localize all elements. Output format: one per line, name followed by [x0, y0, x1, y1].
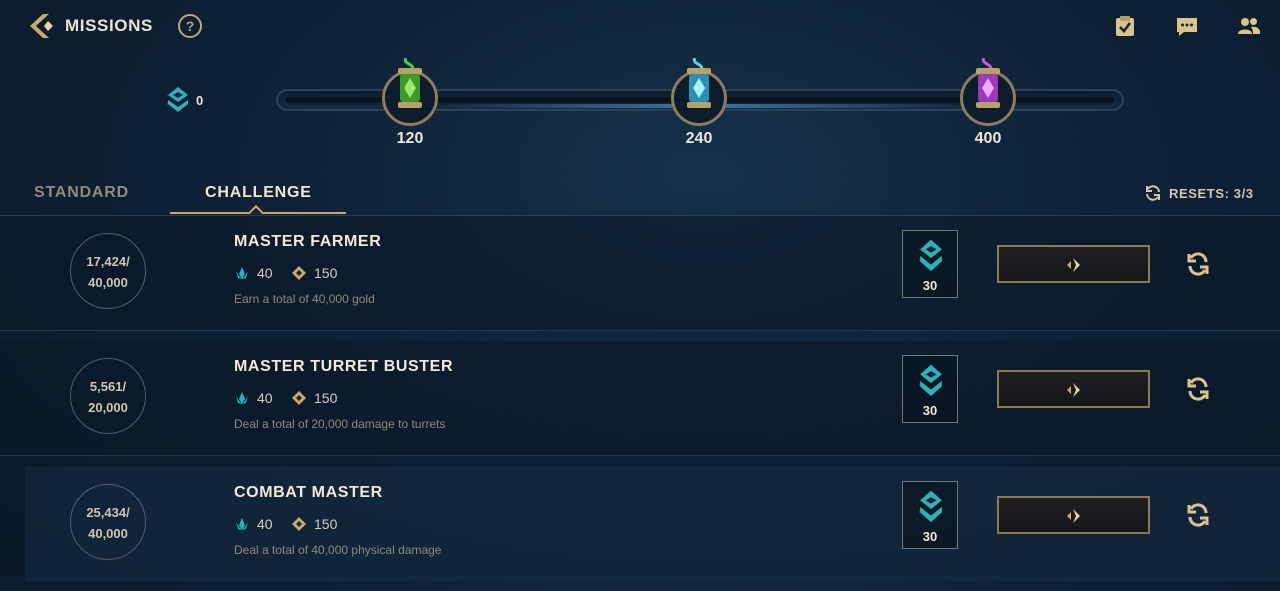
token-count: 0: [196, 93, 204, 108]
reset-mission-icon[interactable]: [1185, 502, 1211, 528]
mission-name: COMBAT MASTER: [234, 484, 383, 501]
mission-progress: 17,424/ 40,000: [70, 233, 146, 309]
refresh-icon: [1146, 185, 1160, 201]
mission-description: Deal a total of 20,000 damage to turrets: [234, 417, 446, 431]
progress-current: 25,434/: [86, 505, 130, 520]
reward-amount: 30: [922, 403, 938, 418]
reward-amount: 30: [922, 278, 938, 293]
mission-name: MASTER FARMER: [234, 233, 382, 250]
progress-current: 5,561/: [89, 379, 127, 394]
milestone-reward-2[interactable]: 240: [663, 58, 743, 162]
milestone-label: 400: [974, 130, 1002, 147]
milestone-label: 240: [685, 130, 713, 147]
rank-reward-value: 150: [314, 265, 338, 281]
progress-current: 17,424/: [86, 254, 130, 269]
mission-row: 17,424/ 40,000 MASTER FARMER 40 150 Earn…: [0, 216, 1280, 340]
reward-box: 30: [902, 481, 958, 549]
green-capsule-icon: [398, 58, 422, 108]
back-icon[interactable]: [26, 12, 56, 40]
mission-name: MASTER TURRET BUSTER: [234, 358, 454, 375]
go-button[interactable]: [997, 370, 1150, 408]
go-arrow-icon: [1067, 258, 1080, 272]
help-icon[interactable]: ?: [178, 14, 202, 38]
go-button[interactable]: [997, 496, 1150, 534]
token-reward-icon: [236, 392, 248, 404]
mission-token-icon: [920, 490, 942, 523]
reset-mission-icon[interactable]: [1185, 376, 1211, 402]
tab-standard[interactable]: STANDARD: [34, 184, 129, 202]
progress-total: 40,000: [88, 275, 128, 290]
tab-challenge[interactable]: CHALLENGE: [205, 184, 312, 202]
rank-reward-value: 150: [314, 390, 338, 406]
rank-reward-value: 150: [314, 516, 338, 532]
friends-icon[interactable]: [1237, 14, 1261, 38]
rank-reward-icon: [292, 391, 306, 405]
blue-capsule-icon: [687, 58, 711, 108]
token-reward-icon: [236, 518, 248, 530]
progress-total: 40,000: [88, 526, 128, 541]
mission-token-icon: [920, 239, 942, 272]
mission-progress: 5,561/ 20,000: [70, 358, 146, 434]
go-arrow-icon: [1067, 509, 1080, 523]
milestone-label: 120: [396, 130, 424, 147]
mission-progress: 25,434/ 40,000: [70, 484, 146, 560]
resets-counter: RESETS: 3/3: [1169, 186, 1254, 201]
milestone-reward-1[interactable]: 120: [374, 58, 454, 162]
rank-reward-icon: [292, 517, 306, 531]
reward-box: 30: [902, 230, 958, 298]
progress-total: 20,000: [88, 400, 128, 415]
mission-description: Earn a total of 40,000 gold: [234, 292, 375, 306]
mission-description: Deal a total of 40,000 physical damage: [234, 543, 442, 557]
token-reward-value: 40: [257, 265, 273, 281]
token-reward-value: 40: [257, 516, 273, 532]
mission-token-icon: [168, 87, 188, 112]
purple-capsule-icon: [976, 58, 1000, 108]
rank-reward-icon: [292, 266, 306, 280]
reset-mission-icon[interactable]: [1185, 251, 1211, 277]
mission-row: 5,561/ 20,000 MASTER TURRET BUSTER 40 15…: [0, 341, 1280, 465]
reward-box: 30: [902, 355, 958, 423]
mission-token-icon: [920, 364, 942, 397]
page-title: MISSIONS: [65, 16, 153, 35]
token-reward-icon: [236, 267, 248, 279]
go-button[interactable]: [997, 245, 1150, 283]
checklist-icon[interactable]: [1113, 14, 1137, 38]
go-arrow-icon: [1067, 383, 1080, 397]
reward-amount: 30: [922, 529, 938, 544]
chat-icon[interactable]: [1175, 14, 1199, 38]
milestone-reward-3[interactable]: 400: [952, 58, 1032, 162]
mission-row: 25,434/ 40,000 COMBAT MASTER 40 150 Deal…: [0, 467, 1280, 591]
token-reward-value: 40: [257, 390, 273, 406]
